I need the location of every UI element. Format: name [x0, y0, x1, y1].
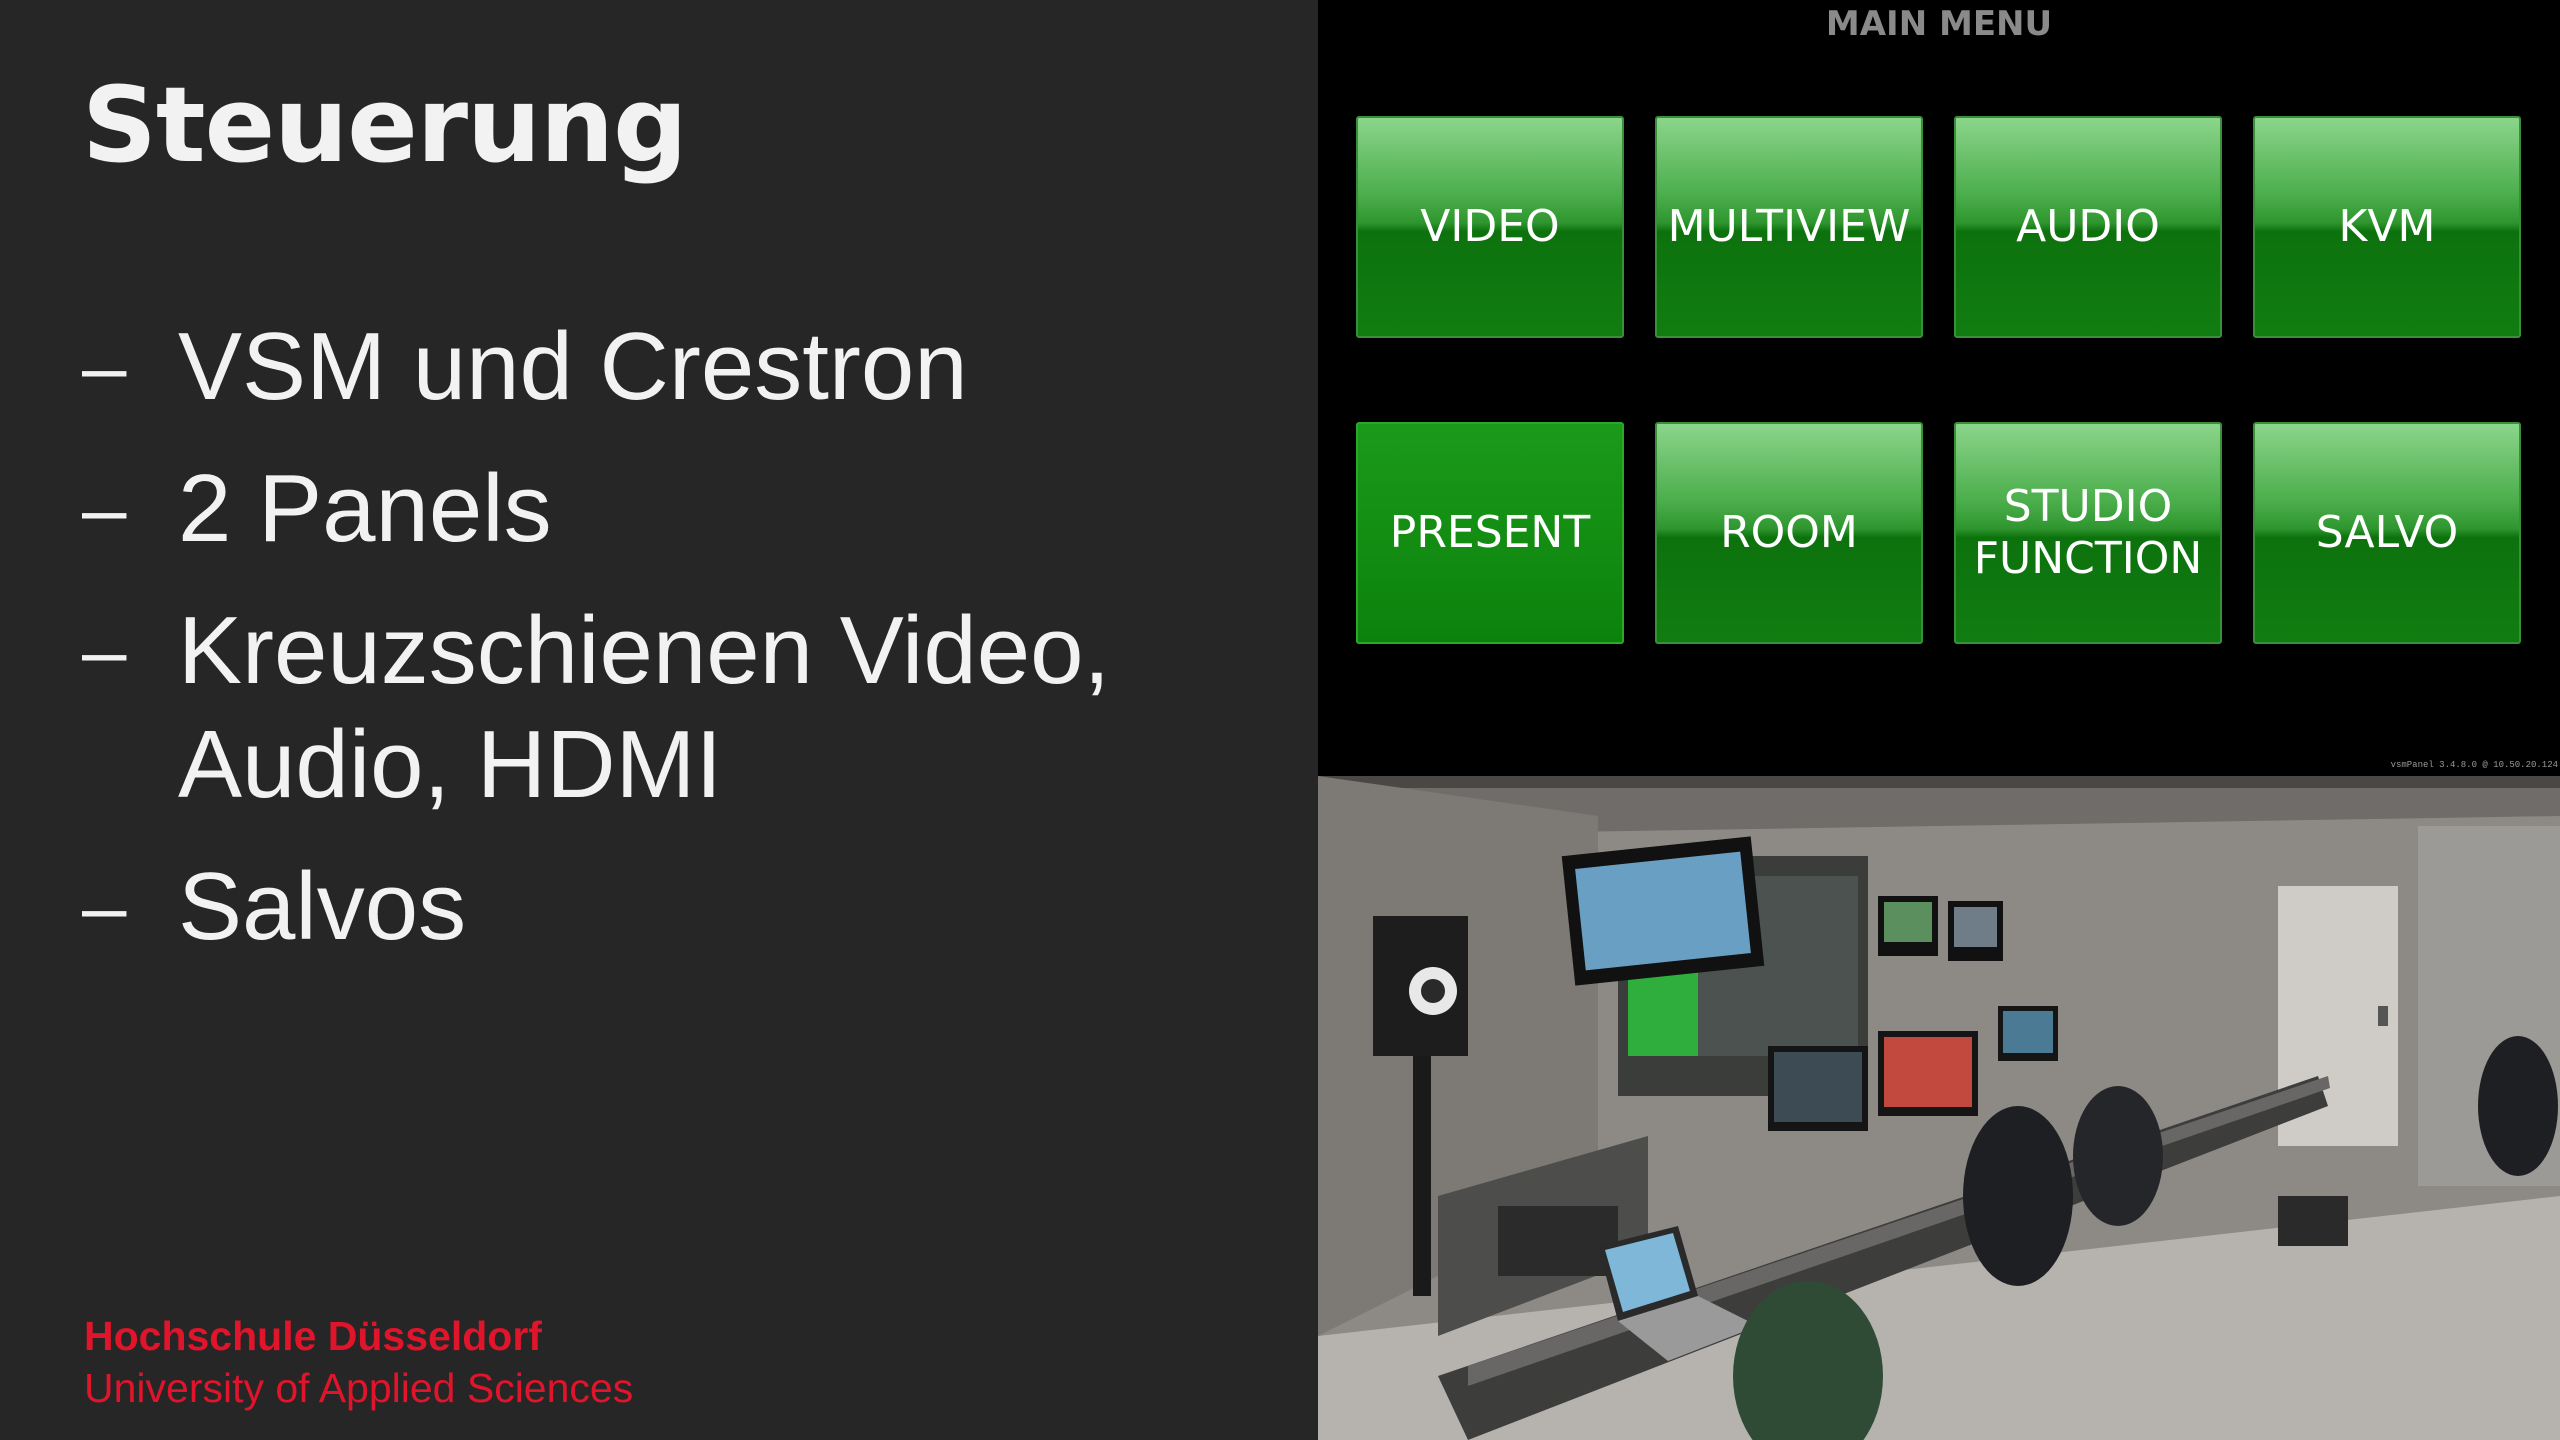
present-button[interactable]: PRESENT [1356, 422, 1624, 644]
bullet-text: 2 Panels [178, 455, 552, 562]
bullet-item: – 2 Panels [82, 452, 1282, 566]
multiview-button[interactable]: MULTIVIEW [1655, 116, 1923, 338]
bullet-text: Salvos [178, 853, 467, 960]
bullet-dash: – [82, 862, 127, 951]
salvo-button[interactable]: SALVO [2253, 422, 2521, 644]
studio-function-button[interactable]: STUDIO FUNCTION [1954, 422, 2222, 644]
button-label: SALVO [2315, 507, 2459, 558]
bullet-text: VSM und Crestron [178, 313, 968, 420]
panel-version-label: vsmPanel 3.4.8.0 @ 10.50.20.124 [2390, 760, 2558, 770]
bullet-item: – Salvos [82, 850, 1282, 964]
bullet-dash: – [82, 322, 127, 411]
bullet-dash: – [82, 606, 127, 695]
button-label: MULTIVIEW [1667, 201, 1911, 252]
bullet-item: – VSM und Crestron [82, 310, 1282, 424]
slide-text-area: Steuerung – VSM und Crestron – 2 Panels … [0, 0, 1318, 1440]
bullet-item: – Kreuzschienen Video, Audio, HDMI [82, 594, 1282, 822]
control-room-photo [1318, 776, 2560, 1440]
button-label: STUDIO FUNCTION [1973, 481, 2203, 584]
university-footer: Hochschule Düsseldorf University of Appl… [84, 1310, 633, 1414]
video-button[interactable]: VIDEO [1356, 116, 1624, 338]
control-room-illustration [1318, 776, 2560, 1440]
button-label: VIDEO [1420, 201, 1560, 252]
bullet-list: – VSM und Crestron – 2 Panels – Kreuzsch… [82, 310, 1282, 992]
kvm-button[interactable]: KVM [2253, 116, 2521, 338]
room-button[interactable]: ROOM [1655, 422, 1923, 644]
slide-title: Steuerung [82, 64, 688, 186]
button-label: PRESENT [1389, 507, 1591, 558]
university-name: Hochschule Düsseldorf [84, 1313, 542, 1359]
bullet-dash: – [82, 464, 127, 553]
button-label: ROOM [1720, 507, 1858, 558]
control-panel-main-menu: MAIN MENU VIDEO MULTIVIEW AUDIO KVM PRES… [1318, 0, 2560, 776]
audio-button[interactable]: AUDIO [1954, 116, 2222, 338]
button-label: AUDIO [2016, 201, 2160, 252]
university-subtitle: University of Applied Sciences [84, 1365, 634, 1411]
bullet-text: Kreuzschienen Video, Audio, HDMI [178, 597, 1111, 818]
panel-title: MAIN MENU [1825, 4, 2053, 44]
button-label: KVM [2338, 201, 2436, 252]
